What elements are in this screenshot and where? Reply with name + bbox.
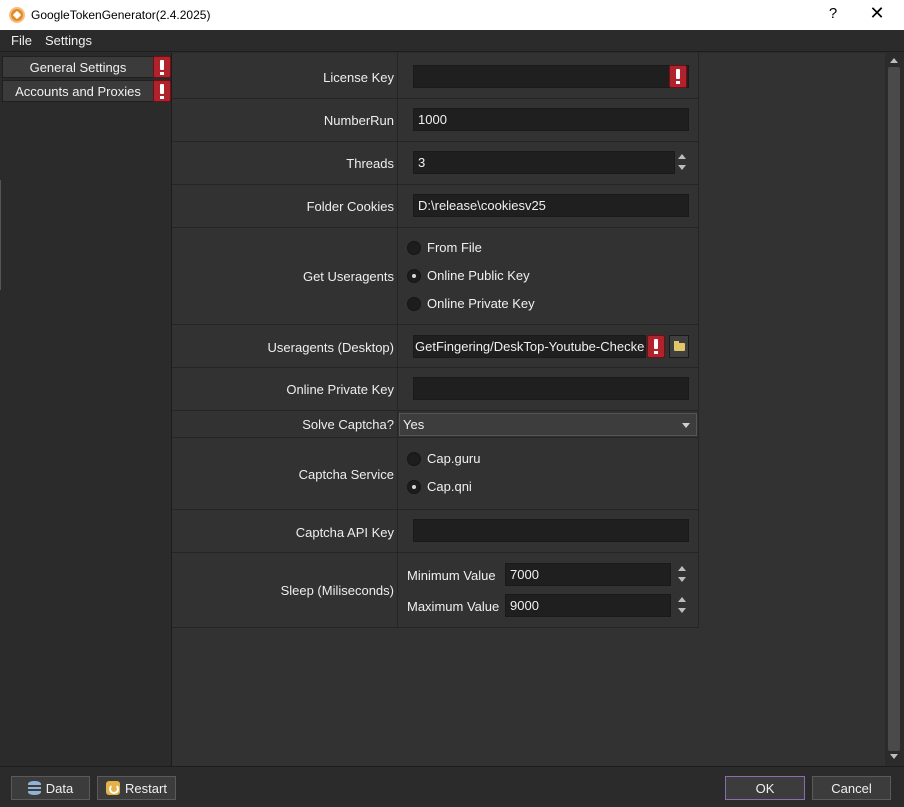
solve-captcha-value: Yes	[403, 417, 425, 432]
captcha-service-label: Captcha Service	[298, 467, 394, 482]
cancel-button[interactable]: Cancel	[812, 776, 891, 800]
data-button-label: Data	[45, 780, 74, 796]
radio-indicator	[407, 297, 421, 311]
radio-indicator	[407, 452, 421, 466]
captcha-api-key-input[interactable]	[413, 519, 689, 542]
row-get-useragents: Get Useragents From File Online Public K…	[172, 228, 699, 325]
maximum-value-label: Maximum Value	[407, 599, 500, 614]
settings-panel: License Key NumberRun 1000 Threads 3 Fol…	[172, 53, 885, 766]
sidebar-item-label: General Settings	[29, 60, 127, 75]
menu-bar: File Settings	[0, 30, 904, 52]
close-button[interactable]: ✕	[866, 3, 888, 24]
radio-indicator	[407, 269, 421, 283]
sleep-label: Sleep (Miliseconds)	[280, 583, 394, 598]
chevron-down-icon	[682, 423, 690, 428]
warning-icon	[669, 65, 687, 88]
row-useragents-desktop: Useragents (Desktop) GetFingering/DeskTo…	[172, 325, 699, 368]
warning-icon	[153, 56, 171, 78]
minimum-value-input[interactable]: 7000	[505, 563, 671, 586]
bottom-bar: Data Restart OK Cancel	[0, 766, 904, 807]
scrollbar-thumb[interactable]	[888, 67, 900, 751]
row-threads: Threads 3	[172, 142, 699, 185]
menu-file[interactable]: File	[11, 33, 32, 48]
sidebar-item-label: Accounts and Proxies	[15, 84, 141, 99]
folder-cookies-input[interactable]: D:\release\cookiesv25	[413, 194, 689, 217]
useragents-desktop-label: Useragents (Desktop)	[267, 340, 394, 355]
database-icon	[27, 781, 41, 795]
restart-button-label: Restart	[125, 780, 167, 796]
row-online-private-key: Online Private Key	[172, 368, 699, 411]
restart-icon	[106, 781, 121, 795]
license-key-label: License Key	[323, 70, 394, 85]
get-useragents-label: Get Useragents	[302, 269, 394, 284]
help-button[interactable]: ?	[826, 5, 840, 22]
row-license-key: License Key	[172, 53, 699, 99]
radio-indicator	[407, 480, 421, 494]
online-private-key-label: Online Private Key	[286, 382, 394, 397]
captcha-api-key-label: Captcha API Key	[295, 525, 394, 540]
row-captcha-service: Captcha Service Cap.guru Cap.qni	[172, 438, 699, 510]
solve-captcha-label: Solve Captcha?	[302, 417, 394, 432]
ok-button[interactable]: OK	[725, 776, 805, 800]
warning-icon	[153, 80, 171, 102]
vertical-scrollbar[interactable]	[885, 53, 904, 766]
browse-folder-button[interactable]	[669, 335, 689, 358]
title-bar: GoogleTokenGenerator(2.4.2025) ? ✕	[0, 0, 904, 30]
minimum-value-label: Minimum Value	[407, 568, 496, 583]
warning-icon	[647, 335, 665, 358]
sidebar-item-general-settings[interactable]: General Settings	[2, 56, 171, 78]
maximum-value-input[interactable]: 9000	[505, 594, 671, 617]
license-key-input[interactable]	[413, 65, 689, 88]
cancel-button-label: Cancel	[831, 780, 872, 796]
radio-indicator	[407, 241, 421, 255]
solve-captcha-select[interactable]: Yes	[399, 413, 697, 436]
radio-label: Cap.qni	[427, 479, 472, 494]
number-run-input[interactable]: 1000	[413, 108, 689, 131]
minimum-value-stepper[interactable]	[675, 563, 689, 586]
radio-label: Online Private Key	[427, 296, 535, 311]
folder-cookies-label: Folder Cookies	[306, 199, 394, 214]
menu-settings[interactable]: Settings	[45, 33, 92, 48]
sidebar-item-accounts-and-proxies[interactable]: Accounts and Proxies	[2, 80, 171, 102]
window-title: GoogleTokenGenerator(2.4.2025)	[31, 8, 211, 22]
threads-stepper[interactable]	[675, 151, 689, 174]
online-private-key-input[interactable]	[413, 377, 689, 400]
row-number-run: NumberRun 1000	[172, 99, 699, 142]
threads-input[interactable]: 3	[413, 151, 675, 174]
window-edge	[0, 180, 1, 290]
row-captcha-api-key: Captcha API Key	[172, 510, 699, 553]
ok-button-label: OK	[755, 780, 775, 796]
row-sleep: Sleep (Miliseconds) Minimum Value 7000 M…	[172, 553, 699, 628]
scroll-up-icon[interactable]	[890, 58, 898, 63]
row-folder-cookies: Folder Cookies D:\release\cookiesv25	[172, 185, 699, 228]
scroll-down-icon[interactable]	[890, 754, 898, 759]
number-run-label: NumberRun	[323, 113, 394, 128]
radio-label: Cap.guru	[427, 451, 481, 466]
threads-label: Threads	[346, 156, 394, 171]
maximum-value-stepper[interactable]	[675, 594, 689, 617]
app-logo-icon	[9, 7, 25, 23]
sidebar: General Settings Accounts and Proxies	[0, 53, 172, 766]
restart-button[interactable]: Restart	[97, 776, 176, 800]
data-button[interactable]: Data	[11, 776, 90, 800]
radio-label: From File	[427, 240, 482, 255]
row-solve-captcha: Solve Captcha? Yes	[172, 411, 699, 438]
radio-label: Online Public Key	[427, 268, 530, 283]
useragents-desktop-input[interactable]: GetFingering/DeskTop-Youtube-Checked.	[413, 335, 646, 358]
